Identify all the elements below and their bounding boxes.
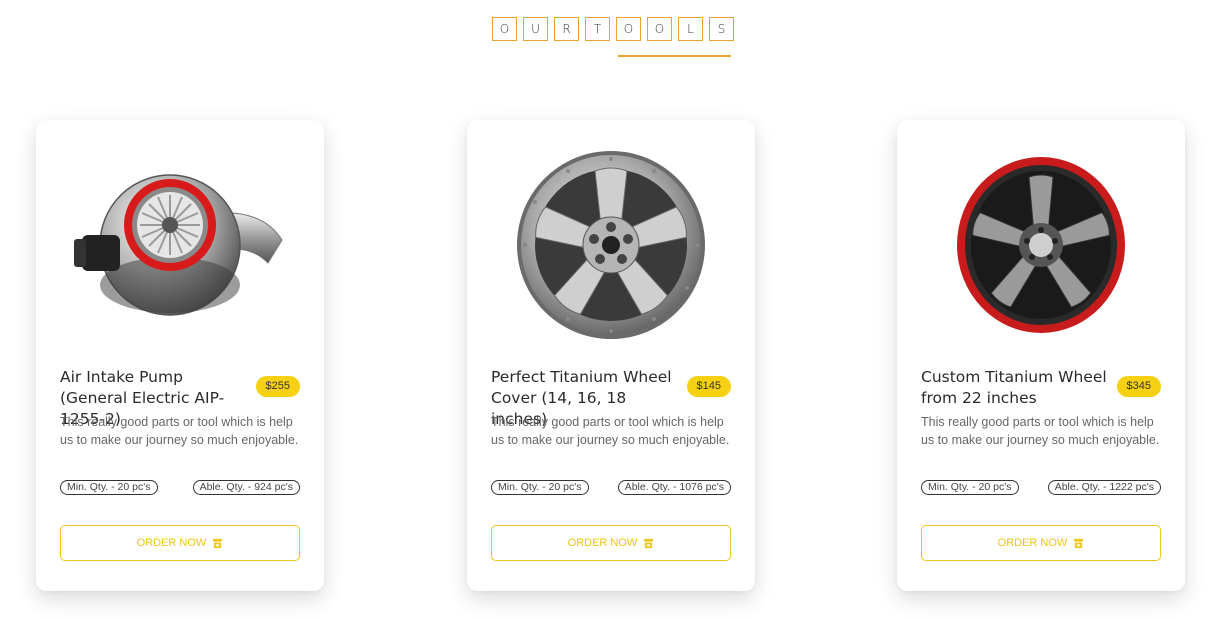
store-icon bbox=[1074, 538, 1084, 548]
quantity-row: Min. Qty. - 20 pc's Able. Qty. - 1076 pc… bbox=[491, 480, 731, 495]
heading-letter: U bbox=[523, 17, 548, 41]
product-image-red-rim-wheel bbox=[921, 140, 1161, 350]
product-description: This really good parts or tool which is … bbox=[60, 415, 299, 447]
tools-section: O U R T O O L S Air Intake Pump (General… bbox=[0, 0, 1226, 618]
order-now-label: ORDER NOW bbox=[997, 537, 1068, 549]
heading-letter: S bbox=[709, 17, 734, 41]
product-image-turbocharger bbox=[60, 140, 300, 350]
order-now-button[interactable]: ORDER NOW bbox=[921, 525, 1161, 561]
able-qty-badge: Able. Qty. - 1076 pc's bbox=[617, 480, 731, 495]
price-badge: $145 bbox=[686, 376, 731, 397]
section-heading: O U R T O O L S bbox=[0, 17, 1226, 41]
heading-letter: O bbox=[616, 17, 641, 41]
order-now-label: ORDER NOW bbox=[567, 537, 638, 549]
order-now-label: ORDER NOW bbox=[136, 537, 207, 549]
price-badge: $345 bbox=[1116, 376, 1161, 397]
able-qty-badge: Able. Qty. - 1222 pc's bbox=[1047, 480, 1161, 495]
store-icon bbox=[213, 538, 223, 548]
store-icon bbox=[644, 538, 654, 548]
min-qty-badge: Min. Qty. - 20 pc's bbox=[60, 480, 158, 495]
product-image-chrome-wheel-cover bbox=[491, 140, 731, 350]
heading-letter: T bbox=[585, 17, 610, 41]
order-now-button[interactable]: ORDER NOW bbox=[60, 525, 300, 561]
product-title: Custom Titanium Wheel from 22 inches bbox=[921, 368, 1107, 407]
min-qty-badge: Min. Qty. - 20 pc's bbox=[921, 480, 1019, 495]
order-now-button[interactable]: ORDER NOW bbox=[491, 525, 731, 561]
heading-letter: L bbox=[678, 17, 703, 41]
quantity-row: Min. Qty. - 20 pc's Able. Qty. - 924 pc'… bbox=[60, 480, 300, 495]
heading-letter: O bbox=[492, 17, 517, 41]
heading-underline bbox=[618, 55, 731, 57]
product-description: This really good parts or tool which is … bbox=[921, 415, 1160, 447]
product-description: This really good parts or tool which is … bbox=[491, 415, 730, 447]
product-card: Perfect Titanium Wheel Cover (14, 16, 18… bbox=[467, 120, 755, 591]
price-badge: $255 bbox=[255, 376, 300, 397]
product-card: Air Intake Pump (General Electric AIP-12… bbox=[36, 120, 324, 591]
product-card: Custom Titanium Wheel from 22 inches $34… bbox=[897, 120, 1185, 591]
min-qty-badge: Min. Qty. - 20 pc's bbox=[491, 480, 589, 495]
heading-letter: O bbox=[647, 17, 672, 41]
able-qty-badge: Able. Qty. - 924 pc's bbox=[192, 480, 300, 495]
quantity-row: Min. Qty. - 20 pc's Able. Qty. - 1222 pc… bbox=[921, 480, 1161, 495]
heading-letter: R bbox=[554, 17, 579, 41]
